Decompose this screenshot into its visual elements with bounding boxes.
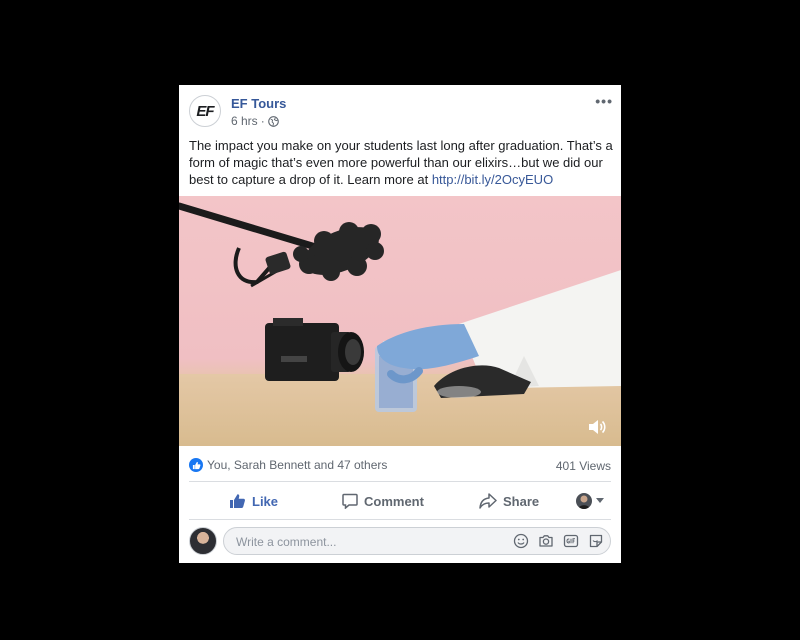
user-avatar[interactable] [189,527,217,555]
post-timestamp[interactable]: 6 hrs [231,114,258,128]
post-meta: 6 hrs · [231,114,279,128]
meta-separator: · [260,114,265,128]
gif-icon[interactable] [563,533,579,549]
share-button[interactable]: Share [479,488,539,514]
post-text: The impact you make on your students las… [189,137,613,188]
more-options-button[interactable]: ••• [595,93,613,109]
comment-bubble-icon [342,493,358,509]
reactions-text: You, Sarah Bennett and 47 others [207,458,388,472]
speaker-icon[interactable] [587,418,607,436]
view-count: 401 Views [555,459,611,473]
reactions-summary[interactable]: You, Sarah Bennett and 47 others [189,458,387,472]
like-reaction-icon [189,458,203,472]
divider [189,481,611,482]
sticker-icon[interactable] [588,533,604,549]
page-name-link[interactable]: EF Tours [231,96,286,111]
share-arrow-icon [479,493,497,509]
post-card: EF EF Tours 6 hrs · ••• The impact you m… [179,85,621,563]
comment-button[interactable]: Comment [342,488,424,514]
comment-box[interactable] [223,527,611,556]
emoji-icon[interactable] [513,533,529,549]
thumbs-up-icon [230,494,245,508]
comment-input[interactable] [234,528,498,556]
comment-composer [189,527,613,557]
comment-label: Comment [364,493,424,509]
profile-avatar-small [576,493,592,509]
globe-icon[interactable] [267,115,279,127]
caret-down-icon [596,498,604,503]
react-as-selector[interactable] [576,488,604,514]
like-label: Like [252,493,279,509]
video-scene [179,202,621,412]
post-link[interactable]: http://bit.ly/2OcyEUO [432,172,553,187]
share-label: Share [503,493,540,509]
video-player[interactable] [179,196,621,446]
camera-icon[interactable] [538,533,554,549]
page-avatar[interactable]: EF [189,95,221,127]
divider [189,519,611,520]
like-button[interactable]: Like [229,488,278,514]
page-logo-text: EF [196,102,214,120]
action-bar: Like Comment Share [179,488,621,514]
